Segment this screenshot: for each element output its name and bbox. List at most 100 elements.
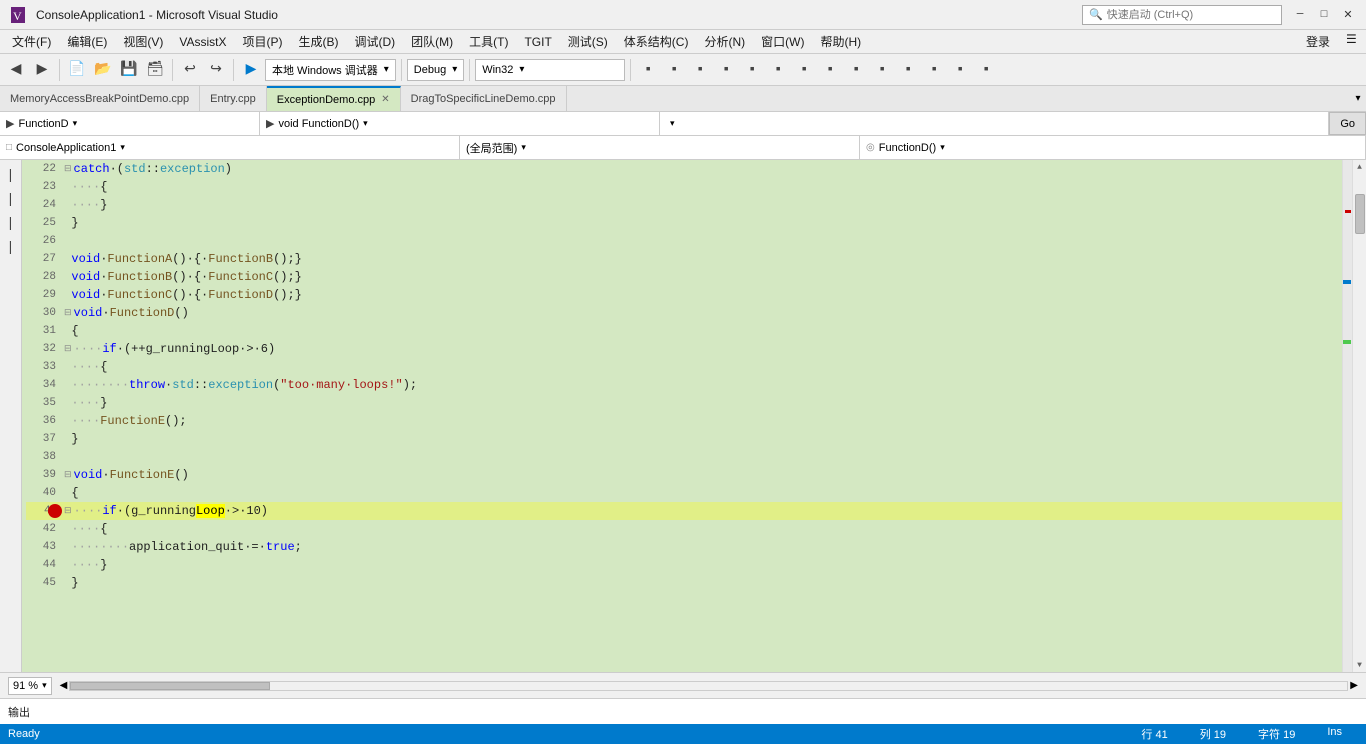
toolbar-btn-13[interactable]: ▪: [792, 58, 816, 82]
menu-project[interactable]: 项目(P): [234, 31, 290, 52]
undo-button[interactable]: ↩: [178, 58, 202, 82]
debug-target-dropdown[interactable]: 本地 Windows 调试器: [265, 59, 396, 81]
scroll-thumb[interactable]: [1355, 194, 1365, 234]
hscroll-left[interactable]: ◀: [60, 680, 68, 692]
open-file-button[interactable]: 📂: [91, 58, 115, 82]
title-bar: V ConsoleApplication1 - Microsoft Visual…: [0, 0, 1366, 30]
toolbar-btn-8[interactable]: ▪: [662, 58, 686, 82]
scroll-down-button[interactable]: ▼: [1357, 658, 1362, 672]
new-file-button[interactable]: 📄: [65, 58, 89, 82]
menu-edit[interactable]: 编辑(E): [59, 31, 115, 52]
tab-drag[interactable]: DragToSpecificLineDemo.cpp: [401, 86, 567, 111]
tab-exception[interactable]: ExceptionDemo.cpp ✕: [267, 86, 401, 111]
zoom-dropdown[interactable]: 91 %: [8, 677, 52, 695]
redo-button[interactable]: ↪: [204, 58, 228, 82]
forward-button[interactable]: ▶: [30, 58, 54, 82]
menu-architecture[interactable]: 体系结构(C): [616, 31, 697, 52]
save-button[interactable]: 💾: [117, 58, 141, 82]
login-button[interactable]: 登录: [1298, 31, 1338, 52]
expand-30[interactable]: ⊟: [64, 308, 72, 318]
menu-vassistx[interactable]: VAssistX: [171, 33, 234, 51]
minimap: [1342, 160, 1352, 672]
line-content-35: ····}: [71, 396, 1342, 410]
code-editor[interactable]: 22 ⊟ catch·(std::exception) 23 · ····{ 2…: [22, 160, 1342, 672]
menu-test[interactable]: 测试(S): [560, 31, 616, 52]
toolbar-btn-7[interactable]: ▪: [636, 58, 660, 82]
settings-icon[interactable]: ☰: [1338, 30, 1362, 54]
tab-entry-label: Entry.cpp: [210, 93, 256, 105]
expand-32[interactable]: ⊟: [64, 344, 72, 354]
back-button[interactable]: ◀: [4, 58, 28, 82]
sidebar-icon-3[interactable]: |: [2, 212, 20, 232]
toolbar-btn-18[interactable]: ▪: [922, 58, 946, 82]
debug-start-button[interactable]: ▶: [239, 58, 263, 82]
scope-global-dropdown[interactable]: (全局范围) ▾: [460, 136, 860, 159]
hscroll-track[interactable]: [69, 681, 1348, 691]
platform-dropdown[interactable]: Win32: [475, 59, 625, 81]
menu-help[interactable]: 帮助(H): [812, 31, 869, 52]
code-line-39: 39 ⊟ void·FunctionE(): [26, 466, 1342, 484]
sidebar-icon-2[interactable]: |: [2, 188, 20, 208]
scope-right-icon: ◎: [866, 142, 875, 153]
quick-search-input[interactable]: [1107, 9, 1267, 21]
expand-39[interactable]: ⊟: [64, 470, 72, 480]
scope-function-dropdown[interactable]: ◎ FunctionD() ▾: [860, 136, 1366, 159]
menu-debug[interactable]: 调试(D): [346, 31, 403, 52]
separator-6: [630, 59, 631, 81]
menu-analyze[interactable]: 分析(N): [696, 31, 753, 52]
breakpoint-41[interactable]: [48, 504, 62, 518]
line-number-28: 28: [26, 271, 64, 283]
nav-right-dropdown[interactable]: ▾: [660, 112, 1329, 135]
nav-right-arrow: ▾: [670, 118, 675, 129]
nav-scope-dropdown[interactable]: ▶ FunctionD ▾: [0, 112, 260, 135]
hscroll-right[interactable]: ▶: [1350, 680, 1358, 692]
menu-tgit[interactable]: TGIT: [516, 33, 559, 51]
toolbar-btn-19[interactable]: ▪: [948, 58, 972, 82]
code-area[interactable]: 22 ⊟ catch·(std::exception) 23 · ····{ 2…: [22, 160, 1342, 672]
config-dropdown[interactable]: Debug: [407, 59, 464, 81]
toolbar-btn-9[interactable]: ▪: [688, 58, 712, 82]
horizontal-scrollbar[interactable]: ◀ ▶: [60, 680, 1358, 692]
sidebar-icon-1[interactable]: |: [2, 164, 20, 184]
nav-go-button[interactable]: Go: [1329, 112, 1366, 135]
toolbar-btn-15[interactable]: ▪: [844, 58, 868, 82]
minimize-button[interactable]: ─: [1290, 5, 1310, 25]
toolbar-btn-17[interactable]: ▪: [896, 58, 920, 82]
expand-41[interactable]: ⊟: [64, 506, 72, 516]
quick-search-box[interactable]: 🔍: [1082, 5, 1282, 25]
toolbar-btn-16[interactable]: ▪: [870, 58, 894, 82]
menu-team[interactable]: 团队(M): [403, 31, 461, 52]
toolbar-btn-10[interactable]: ▪: [714, 58, 738, 82]
expand-22[interactable]: ⊟: [64, 164, 72, 174]
tab-memory[interactable]: MemoryAccessBreakPointDemo.cpp: [0, 86, 200, 111]
tab-entry[interactable]: Entry.cpp: [200, 86, 267, 111]
toolbar-btn-14[interactable]: ▪: [818, 58, 842, 82]
menu-window[interactable]: 窗口(W): [753, 31, 812, 52]
toolbar: ◀ ▶ 📄 📂 💾 🗃 ↩ ↪ ▶ 本地 Windows 调试器 Debug W…: [0, 54, 1366, 86]
vs-icon: V: [8, 5, 28, 25]
menu-build[interactable]: 生成(B): [290, 31, 346, 52]
tab-exception-close[interactable]: ✕: [381, 94, 389, 105]
tab-scroll-button[interactable]: ▾: [1350, 86, 1366, 111]
hscroll-thumb[interactable]: [70, 682, 270, 690]
toolbar-btn-20[interactable]: ▪: [974, 58, 998, 82]
code-line-45: 45 · }: [26, 574, 1342, 592]
scroll-up-button[interactable]: ▲: [1357, 160, 1362, 174]
scope-project-dropdown[interactable]: □ ConsoleApplication1 ▾: [0, 136, 460, 159]
menu-tools[interactable]: 工具(T): [461, 31, 516, 52]
maximize-button[interactable]: □: [1314, 5, 1334, 25]
save-all-button[interactable]: 🗃: [143, 58, 167, 82]
close-button[interactable]: ✕: [1338, 5, 1358, 25]
sidebar-icon-4[interactable]: |: [2, 236, 20, 256]
toolbar-btn-11[interactable]: ▪: [740, 58, 764, 82]
nav-scope-arrow: ▾: [73, 118, 78, 129]
nav-bar: ▶ FunctionD ▾ ▶ void FunctionD() ▾ ▾ Go: [0, 112, 1366, 136]
line-number-33: 33: [26, 361, 64, 373]
vertical-scrollbar[interactable]: ▲ ▼: [1352, 160, 1366, 672]
toolbar-btn-12[interactable]: ▪: [766, 58, 790, 82]
menu-view[interactable]: 视图(V): [115, 31, 171, 52]
line-content-28: void·FunctionB()·{·FunctionC();}: [71, 270, 1342, 284]
menu-file[interactable]: 文件(F): [4, 31, 59, 52]
scroll-track[interactable]: [1354, 174, 1366, 658]
nav-function-dropdown[interactable]: ▶ void FunctionD() ▾: [260, 112, 660, 135]
